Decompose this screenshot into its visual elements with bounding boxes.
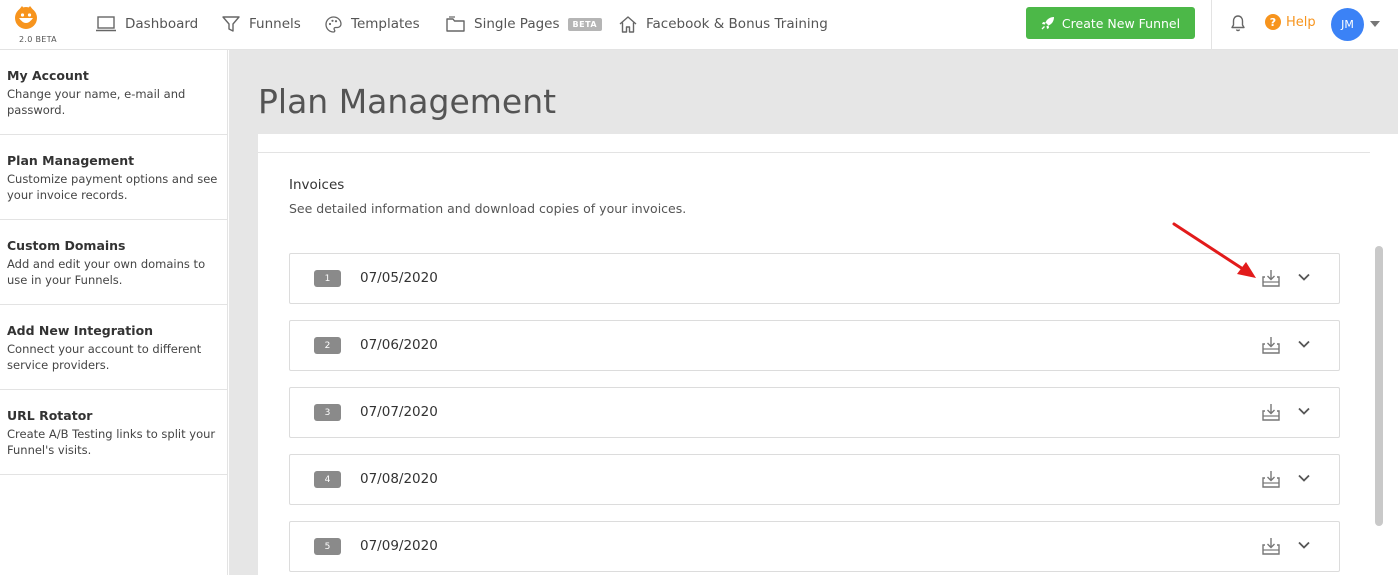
download-icon[interactable] (1261, 336, 1281, 356)
download-icon[interactable] (1261, 470, 1281, 490)
sidebar-item-desc: Customize payment options and see your i… (7, 172, 218, 202)
create-new-funnel-label: Create New Funnel (1061, 15, 1181, 31)
chevron-down-icon[interactable] (1297, 270, 1311, 284)
nav-facebook-training[interactable]: Facebook & Bonus Training (619, 13, 828, 35)
nav-funnels[interactable]: Funnels (222, 13, 301, 35)
sidebar-item-title: Custom Domains (7, 238, 126, 253)
invoices-card: Invoices See detailed information and do… (258, 134, 1398, 575)
invoices-subtitle: See detailed information and download co… (289, 201, 687, 216)
chevron-down-icon[interactable] (1297, 337, 1311, 351)
chevron-down-icon[interactable] (1297, 404, 1311, 418)
nav-templates-label: Templates (351, 16, 420, 32)
invoice-number-badge: 1 (314, 270, 341, 287)
beta-badge: BETA (567, 17, 603, 31)
settings-sidebar: My Account Change your name, e-mail and … (0, 50, 228, 575)
funnel-icon (222, 15, 240, 32)
invoice-number-badge: 2 (314, 337, 341, 354)
card-divider (258, 152, 1370, 153)
invoices-heading: Invoices (289, 177, 345, 193)
invoice-number-badge: 3 (314, 404, 341, 421)
sidebar-item-title: Add New Integration (7, 323, 154, 338)
help-label: Help (1286, 14, 1316, 30)
sidebar-item-desc: Change your name, e-mail and password. (7, 87, 186, 117)
sidebar-item-plan-management[interactable]: Plan Management Customize payment option… (0, 135, 227, 220)
invoice-row[interactable]: 3 07/07/2020 (289, 387, 1340, 438)
sidebar-item-desc: Create A/B Testing links to split your F… (7, 427, 216, 457)
download-icon[interactable] (1261, 537, 1281, 557)
invoice-row[interactable]: 4 07/08/2020 (289, 454, 1340, 505)
chevron-down-icon[interactable] (1297, 471, 1311, 485)
notifications-button[interactable] (1230, 14, 1246, 36)
logo-icon (15, 6, 37, 29)
nav-funnels-label: Funnels (249, 16, 301, 32)
sidebar-item-custom-domains[interactable]: Custom Domains Add and edit your own dom… (0, 220, 227, 305)
invoice-row[interactable]: 2 07/06/2020 (289, 320, 1340, 371)
laptop-icon (96, 16, 116, 32)
download-icon[interactable] (1261, 403, 1281, 423)
rocket-icon (1041, 17, 1054, 30)
invoice-row[interactable]: 5 07/09/2020 (289, 521, 1340, 572)
nav-facebook-training-label: Facebook & Bonus Training (646, 16, 828, 32)
create-new-funnel-button[interactable]: Create New Funnel (1026, 7, 1195, 39)
sidebar-item-title: URL Rotator (7, 408, 93, 423)
logo[interactable]: 2.0 BETA (10, 3, 57, 47)
invoice-number-badge: 5 (314, 538, 341, 555)
invoice-number-badge: 4 (314, 471, 341, 488)
nav-single-pages-label: Single Pages (474, 16, 560, 32)
nav-single-pages[interactable]: Single Pages BETA (446, 13, 603, 35)
sidebar-item-title: Plan Management (7, 153, 135, 168)
nav-templates[interactable]: Templates (325, 13, 420, 35)
chevron-down-icon[interactable] (1297, 538, 1311, 552)
sidebar-item-my-account[interactable]: My Account Change your name, e-mail and … (0, 50, 227, 135)
logo-version-label: 2.0 BETA (19, 35, 57, 44)
sidebar-item-desc: Connect your account to different servic… (7, 342, 202, 372)
palette-icon (325, 15, 342, 33)
sidebar-item-add-new-integration[interactable]: Add New Integration Connect your account… (0, 305, 227, 390)
invoice-date: 07/05/2020 (360, 270, 438, 286)
vertical-scrollbar[interactable] (1375, 246, 1383, 526)
nav-dashboard-label: Dashboard (125, 16, 199, 32)
folder-icon (446, 16, 465, 32)
sidebar-item-desc: Add and edit your own domains to use in … (7, 257, 206, 287)
page-title: Plan Management (258, 82, 557, 121)
red-arrow-annotation-icon (1172, 222, 1256, 278)
invoice-date: 07/07/2020 (360, 404, 438, 420)
home-icon (619, 15, 637, 33)
main-content: Plan Management Invoices See detailed in… (229, 50, 1398, 575)
invoice-date: 07/09/2020 (360, 538, 438, 554)
top-navbar: 2.0 BETA Dashboard Funnels Templates Sin… (0, 0, 1398, 50)
sidebar-item-url-rotator[interactable]: URL Rotator Create A/B Testing links to … (0, 390, 227, 475)
help-link[interactable]: ? Help (1265, 14, 1316, 30)
avatar-caret-down-icon[interactable] (1370, 21, 1380, 27)
nav-dashboard[interactable]: Dashboard (96, 13, 198, 35)
question-icon: ? (1265, 14, 1281, 30)
bell-icon (1231, 15, 1245, 32)
invoice-date: 07/08/2020 (360, 471, 438, 487)
sidebar-item-title: My Account (7, 68, 89, 83)
invoice-date: 07/06/2020 (360, 337, 438, 353)
avatar[interactable]: JM (1331, 8, 1364, 41)
topbar-divider (1211, 0, 1212, 50)
